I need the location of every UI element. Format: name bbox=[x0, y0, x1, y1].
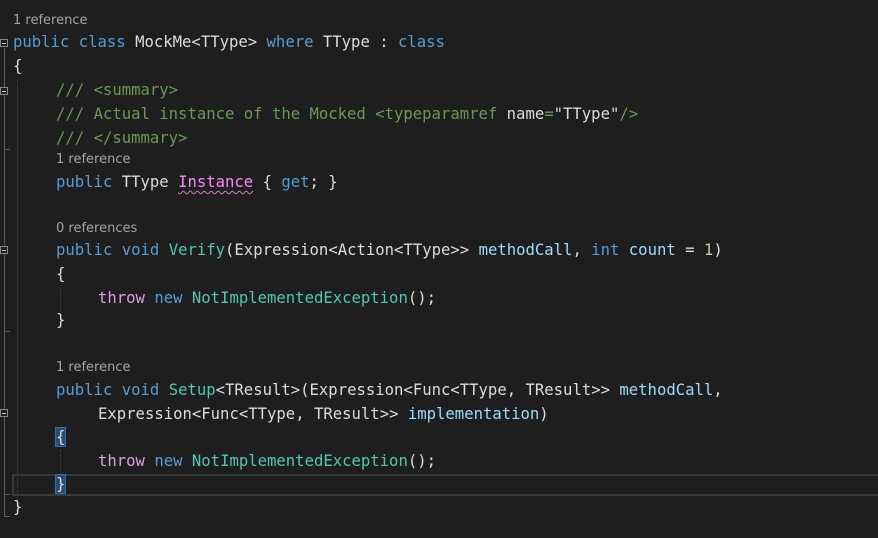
doc-tag: </summary> bbox=[93, 129, 188, 147]
keyword-get: get bbox=[281, 173, 310, 191]
doc-comment-prefix: /// bbox=[56, 81, 85, 99]
keyword-void: void bbox=[121, 381, 160, 399]
collapse-setup-icon[interactable] bbox=[0, 409, 8, 417]
code-line-doc-summary-close: /// </summary> bbox=[56, 127, 187, 150]
number-literal: 1 bbox=[703, 241, 714, 259]
type-parameter: TType bbox=[459, 381, 507, 399]
matching-brace-highlight: { bbox=[54, 427, 67, 447]
parameter-methodcall: methodCall bbox=[619, 381, 714, 399]
keyword-public: public bbox=[56, 173, 113, 191]
code-line-verify-signature: public void Verify(Expression<Action<TTy… bbox=[56, 241, 723, 259]
code-line-setup-signature: public void Setup<TResult>(Expression<Fu… bbox=[56, 381, 723, 399]
keyword-where: where bbox=[266, 33, 314, 51]
type-parameter: TResult bbox=[225, 381, 291, 399]
type-parameter: TResult bbox=[313, 405, 380, 423]
doc-attribute: name bbox=[506, 105, 545, 123]
codelens-verify-references[interactable]: 0 references bbox=[56, 220, 137, 238]
code-line-setup-throw: throw new NotImplementedException(); bbox=[98, 452, 437, 470]
type-func: Func bbox=[201, 405, 239, 423]
keyword-public: public bbox=[56, 241, 113, 259]
keyword-void: void bbox=[121, 241, 160, 259]
type-parameter: TType bbox=[248, 405, 296, 423]
code-line-verify-close-brace: } bbox=[56, 311, 66, 329]
property-instance[interactable]: Instance bbox=[178, 173, 253, 191]
collapse-verify-icon[interactable] bbox=[0, 246, 8, 254]
current-line-highlight bbox=[12, 474, 878, 496]
collapse-summary-icon[interactable] bbox=[0, 87, 8, 95]
doc-text: Actual instance of the Mocked bbox=[93, 105, 366, 123]
type-expression: Expression bbox=[98, 405, 192, 423]
type-expression: Expression bbox=[234, 241, 329, 259]
code-line-instance-property: public TType Instance { get; } bbox=[56, 173, 338, 191]
outline-end bbox=[4, 516, 10, 517]
type-func: Func bbox=[412, 381, 451, 399]
parameter-implementation: implementation bbox=[407, 405, 540, 423]
codelens-setup-references[interactable]: 1 reference bbox=[56, 359, 130, 377]
outline-end bbox=[4, 494, 10, 495]
indent-guide bbox=[60, 450, 61, 474]
code-line-setup-close-brace[interactable]: } bbox=[54, 473, 67, 496]
code-line-setup-open-brace: { bbox=[54, 426, 67, 449]
keyword-class: class bbox=[398, 33, 445, 51]
code-editor[interactable]: 1 reference public class MockMe<TType> w… bbox=[0, 0, 878, 538]
type-parameter: TType bbox=[322, 33, 370, 51]
class-name: MockMe bbox=[135, 33, 192, 51]
code-line-setup-signature-continued: Expression<Func<TType, TResult>> impleme… bbox=[98, 405, 549, 423]
codelens-class-references[interactable]: 1 reference bbox=[13, 12, 87, 30]
keyword-int: int bbox=[591, 241, 620, 259]
type-parameter: TType bbox=[121, 173, 169, 191]
type-expression: Expression bbox=[309, 381, 404, 399]
type-parameter: TResult bbox=[525, 381, 592, 399]
type-parameter: TType bbox=[200, 33, 248, 51]
code-line-verify-open-brace: { bbox=[56, 265, 66, 283]
outline-guide bbox=[4, 96, 5, 149]
outline-end bbox=[4, 331, 10, 332]
type-notimplementedexception: NotImplementedException bbox=[191, 289, 408, 307]
code-line-verify-throw: throw new NotImplementedException(); bbox=[98, 289, 437, 307]
method-setup[interactable]: Setup bbox=[169, 381, 216, 399]
outline-end bbox=[4, 149, 10, 150]
collapse-class-icon[interactable] bbox=[0, 39, 8, 47]
outline-guide bbox=[4, 418, 5, 494]
outline-guide bbox=[4, 255, 5, 331]
keyword-new: new bbox=[154, 289, 183, 307]
code-line-class-declaration: public class MockMe<TType> where TType :… bbox=[13, 33, 445, 51]
code-line-doc-text: /// Actual instance of the Mocked <typep… bbox=[56, 105, 639, 123]
keyword-class: class bbox=[78, 33, 126, 51]
keyword-throw: throw bbox=[98, 452, 145, 470]
code-line-doc-summary-open: /// <summary> bbox=[56, 79, 178, 102]
keyword-public: public bbox=[13, 33, 70, 51]
keyword-throw: throw bbox=[98, 289, 145, 307]
doc-comment-prefix: /// bbox=[56, 129, 85, 147]
type-action: Action bbox=[337, 241, 395, 259]
outlining-margin bbox=[0, 0, 10, 538]
codelens-instance-references[interactable]: 1 reference bbox=[56, 151, 130, 169]
doc-tag: <typeparamref bbox=[375, 105, 498, 123]
parameter-count: count bbox=[628, 241, 676, 259]
parameter-methodcall: methodCall bbox=[478, 241, 573, 259]
type-notimplementedexception: NotImplementedException bbox=[191, 452, 408, 470]
type-parameter: TType bbox=[403, 241, 451, 259]
keyword-public: public bbox=[56, 381, 113, 399]
indent-guide bbox=[17, 80, 18, 500]
doc-tag: <summary> bbox=[93, 81, 179, 99]
code-line-class-close-brace: } bbox=[13, 498, 23, 516]
keyword-new: new bbox=[154, 452, 183, 470]
doc-tag-close: /> bbox=[619, 105, 639, 123]
matching-brace-highlight: } bbox=[54, 474, 67, 494]
doc-attribute-value: "TType" bbox=[553, 105, 620, 123]
doc-comment-prefix: /// bbox=[56, 105, 85, 123]
method-verify[interactable]: Verify bbox=[169, 241, 225, 259]
code-line-class-open-brace: { bbox=[13, 57, 23, 75]
